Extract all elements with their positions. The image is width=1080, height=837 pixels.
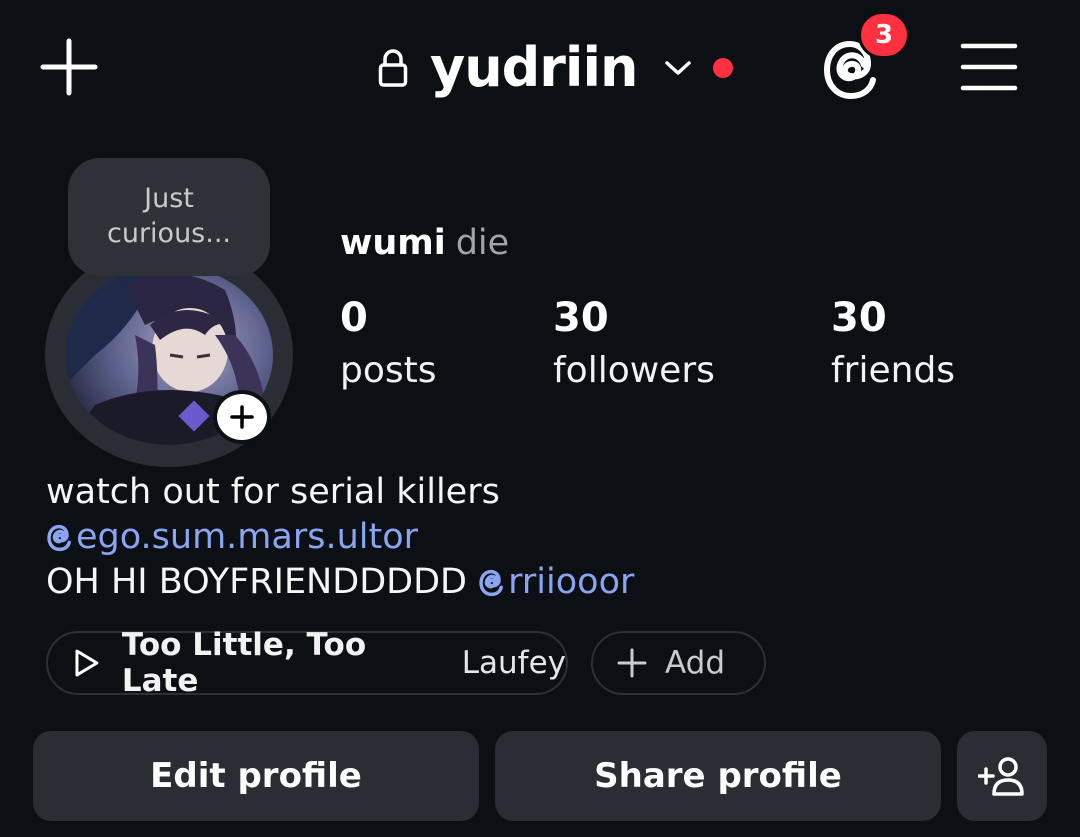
stat-posts-label: posts (340, 350, 437, 391)
lock-icon (378, 48, 408, 88)
stat-friends-label: friends (831, 350, 956, 391)
stat-friends-value: 30 (831, 295, 887, 341)
pronouns: die (455, 223, 510, 263)
threads-mention-link[interactable]: ego.sum.mars.ultor (46, 517, 418, 557)
stat-followers-value: 30 (553, 295, 609, 341)
add-story-plus-icon[interactable] (213, 390, 271, 444)
stat-friends[interactable]: 30 friends (831, 292, 955, 398)
bio: watch out for serial killers ego.sum.mar… (46, 470, 634, 605)
profile-name: wumi (340, 223, 446, 263)
threads-mention-link[interactable]: rriiooor (478, 562, 634, 602)
account-alert-dot (713, 58, 734, 78)
create-plus-icon[interactable] (40, 38, 98, 96)
song-artist: Laufey (461, 645, 566, 681)
note-line-1: Just (144, 183, 194, 214)
music-chip[interactable]: Too Little, Too Late Laufey (46, 627, 568, 699)
display-name: wumi die (340, 222, 509, 264)
song-title: Too Little, Too Late (121, 627, 367, 699)
stat-posts[interactable]: 0 posts (340, 292, 437, 398)
notification-badge: 3 (858, 11, 910, 59)
add-label: Add (665, 645, 726, 681)
username: yudriin (430, 36, 638, 99)
note-bubble[interactable]: Just curious... (68, 158, 270, 276)
play-icon (75, 649, 99, 677)
stat-posts-value: 0 (340, 295, 368, 341)
mention-handle: rriiooor (508, 562, 635, 602)
profile-page: yudriin 3 Just curious... wumi die 0 pos… (0, 0, 1080, 837)
bio-line-3-text: OH HI BOYFRIENDDDDD (46, 562, 467, 602)
stat-followers[interactable]: 30 followers (553, 292, 715, 398)
edit-profile-button[interactable]: Edit profile (33, 731, 479, 821)
stat-followers-label: followers (553, 350, 715, 391)
bio-line-3: OH HI BOYFRIENDDDDD rriiooor (46, 560, 634, 605)
add-link-button[interactable]: Add (591, 631, 766, 695)
bio-line-1: watch out for serial killers (46, 472, 500, 512)
discover-people-button[interactable] (957, 731, 1047, 821)
threads-icon (479, 569, 504, 597)
hamburger-menu-icon[interactable] (960, 42, 1018, 92)
add-person-icon (978, 757, 1024, 796)
account-switcher[interactable]: yudriin (378, 36, 734, 100)
plus-icon (617, 648, 647, 678)
note-line-2: curious... (106, 218, 231, 249)
mention-handle: ego.sum.mars.ultor (76, 517, 419, 557)
chevron-down-icon (663, 58, 693, 78)
share-profile-button[interactable]: Share profile (495, 731, 941, 821)
bio-line-2: ego.sum.mars.ultor (46, 515, 634, 560)
threads-icon (47, 524, 71, 552)
